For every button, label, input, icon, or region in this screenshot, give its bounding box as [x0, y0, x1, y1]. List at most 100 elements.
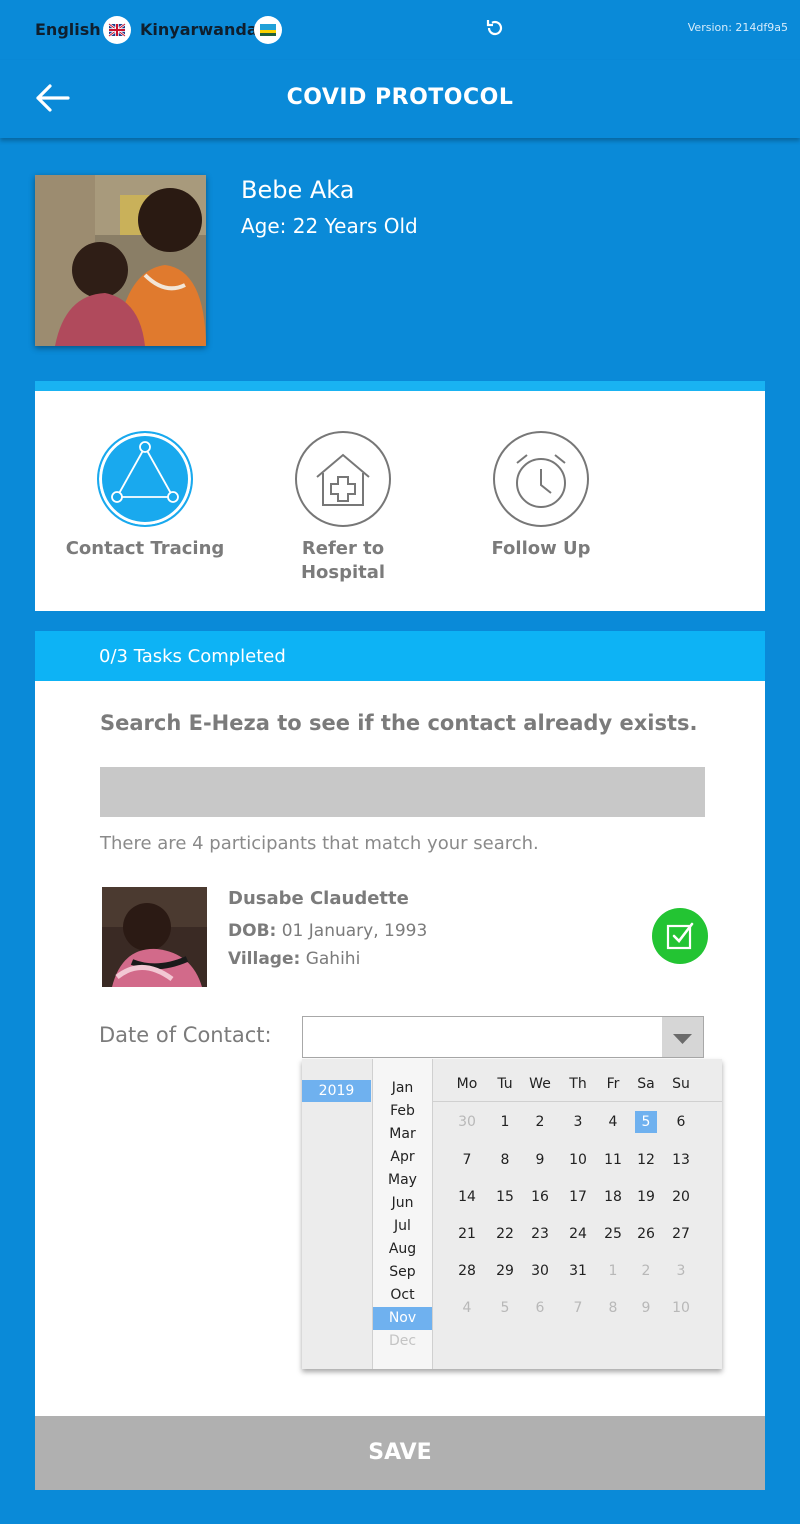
calendar-day[interactable]: 22: [490, 1222, 520, 1246]
calendar-day[interactable]: 23: [525, 1222, 555, 1246]
calendar-day[interactable]: 10: [563, 1148, 593, 1172]
calendar-day[interactable]: 10: [666, 1296, 696, 1320]
calendar-day[interactable]: 3: [563, 1110, 593, 1134]
month-aug[interactable]: Aug: [373, 1238, 432, 1261]
hospital-icon: [316, 453, 370, 506]
calendar-day[interactable]: 29: [490, 1259, 520, 1283]
calendar-day[interactable]: 5: [490, 1296, 520, 1320]
uk-flag-icon[interactable]: [103, 16, 131, 44]
tasks-completed: 0/3 Tasks Completed: [99, 646, 286, 667]
calendar-day[interactable]: 6: [525, 1296, 555, 1320]
month-mar[interactable]: Mar: [373, 1123, 432, 1146]
select-participant-button[interactable]: [652, 908, 708, 964]
checkbox-check-icon: [666, 922, 694, 950]
weekday-fr: Fr: [606, 1076, 620, 1092]
weekday-mo: Mo: [456, 1076, 478, 1092]
person-age: Age: 22 Years Old: [241, 214, 418, 238]
month-jul[interactable]: Jul: [373, 1215, 432, 1238]
weekday-su: Su: [672, 1076, 690, 1092]
calendar-day[interactable]: 1: [490, 1110, 520, 1134]
weekday-sa: Sa: [637, 1076, 655, 1092]
calendar-day[interactable]: 17: [563, 1185, 593, 1209]
person-photo: [35, 175, 206, 346]
version-label: Version: 214df9a5: [687, 21, 788, 34]
calendar-day[interactable]: 28: [452, 1259, 482, 1283]
datepicker: [302, 1059, 722, 1369]
calendar-day[interactable]: 2: [525, 1110, 555, 1134]
calendar-day[interactable]: 7: [452, 1148, 482, 1172]
contact-tracing-label[interactable]: Contact Tracing: [45, 537, 245, 561]
calendar-day[interactable]: 9: [631, 1296, 661, 1320]
weekday-divider: [433, 1101, 722, 1102]
calendar-day[interactable]: 15: [490, 1185, 520, 1209]
weekday-th: Th: [569, 1076, 587, 1092]
calendar-day[interactable]: 6: [666, 1110, 696, 1134]
calendar-day[interactable]: 4: [598, 1110, 628, 1134]
calendar-day[interactable]: 31: [563, 1259, 593, 1283]
language-english[interactable]: English: [35, 20, 101, 39]
calendar-day[interactable]: 7: [563, 1296, 593, 1320]
calendar-day[interactable]: 8: [598, 1296, 628, 1320]
month-apr[interactable]: Apr: [373, 1146, 432, 1169]
calendar-day[interactable]: 11: [598, 1148, 628, 1172]
search-input[interactable]: [100, 767, 705, 817]
triangle-network-icon: [100, 434, 190, 524]
calendar-day[interactable]: 8: [490, 1148, 520, 1172]
month-oct[interactable]: Oct: [373, 1284, 432, 1307]
village-label: Village:: [228, 949, 301, 969]
calendar-day[interactable]: 25: [598, 1222, 628, 1246]
month-may[interactable]: May: [373, 1169, 432, 1192]
participant-dob: DOB: 01 January, 1993: [228, 921, 427, 941]
month-jun[interactable]: Jun: [373, 1192, 432, 1215]
participant-name: Dusabe Claudette: [228, 888, 409, 909]
year-2019[interactable]: 2019: [302, 1080, 371, 1102]
follow-up-button[interactable]: [493, 431, 589, 527]
calendar-day[interactable]: 5: [635, 1111, 657, 1133]
participant-village: Village: Gahihi: [228, 949, 360, 969]
refer-to-hospital-button[interactable]: [295, 431, 391, 527]
triangle-down-icon: [673, 1034, 692, 1044]
calendar-day[interactable]: 24: [563, 1222, 593, 1246]
month-feb[interactable]: Feb: [373, 1100, 432, 1123]
calendar-day[interactable]: 16: [525, 1185, 555, 1209]
village-value: Gahihi: [305, 949, 361, 969]
calendar-day[interactable]: 20: [666, 1185, 696, 1209]
month-jan[interactable]: Jan: [373, 1077, 432, 1100]
calendar-day[interactable]: 9: [525, 1148, 555, 1172]
language-kinyarwanda[interactable]: Kinyarwanda: [140, 20, 258, 39]
alarm-clock-icon: [516, 454, 566, 508]
calendar-day[interactable]: 19: [631, 1185, 661, 1209]
calendar-day[interactable]: 12: [631, 1148, 661, 1172]
save-button[interactable]: SAVE: [35, 1416, 765, 1490]
weekday-tu: Tu: [497, 1076, 513, 1092]
reload-icon[interactable]: [484, 17, 506, 39]
person-name: Bebe Aka: [241, 176, 355, 204]
month-dec[interactable]: Dec: [373, 1330, 432, 1353]
calendar-day[interactable]: 27: [666, 1222, 696, 1246]
month-nov[interactable]: Nov: [373, 1307, 432, 1330]
follow-up-label[interactable]: Follow Up: [441, 537, 641, 561]
dob-value: 01 January, 1993: [281, 921, 428, 941]
rwanda-flag-icon[interactable]: [254, 16, 282, 44]
calendar-day[interactable]: 30: [525, 1259, 555, 1283]
refer-to-hospital-label[interactable]: Refer to Hospital: [243, 537, 443, 585]
dob-label: DOB:: [228, 921, 277, 941]
page-title: COVID PROTOCOL: [286, 85, 514, 110]
calendar-day[interactable]: 4: [452, 1296, 482, 1320]
calendar-day[interactable]: 1: [598, 1259, 628, 1283]
search-result-count: There are 4 participants that match your…: [100, 833, 539, 854]
date-dropdown-toggle[interactable]: [662, 1017, 703, 1057]
participant-photo: [102, 887, 207, 987]
weekday-we: We: [529, 1076, 551, 1092]
calendar-day[interactable]: 21: [452, 1222, 482, 1246]
month-sep[interactable]: Sep: [373, 1261, 432, 1284]
calendar-day[interactable]: 13: [666, 1148, 696, 1172]
calendar-day[interactable]: 30: [452, 1110, 482, 1134]
date-of-contact-input[interactable]: [302, 1016, 704, 1058]
calendar-day[interactable]: 26: [631, 1222, 661, 1246]
calendar-day[interactable]: 3: [666, 1259, 696, 1283]
calendar-day[interactable]: 2: [631, 1259, 661, 1283]
calendar-day[interactable]: 14: [452, 1185, 482, 1209]
contact-tracing-button[interactable]: [97, 431, 193, 527]
calendar-day[interactable]: 18: [598, 1185, 628, 1209]
